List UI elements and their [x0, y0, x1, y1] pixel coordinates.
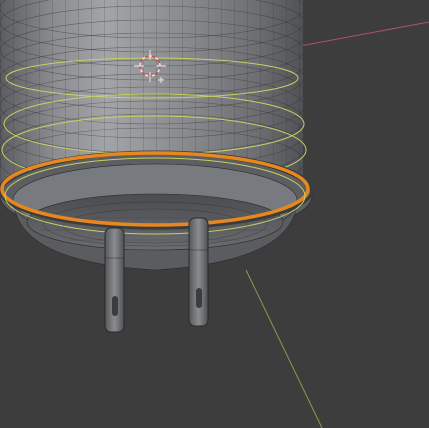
pin-right[interactable] [188, 217, 209, 327]
3d-viewport[interactable] [0, 0, 429, 428]
viewport-canvas[interactable] [0, 0, 429, 428]
pin-left[interactable] [104, 227, 125, 333]
x-axis-line [299, 21, 429, 47]
y-axis-line [245, 269, 323, 428]
